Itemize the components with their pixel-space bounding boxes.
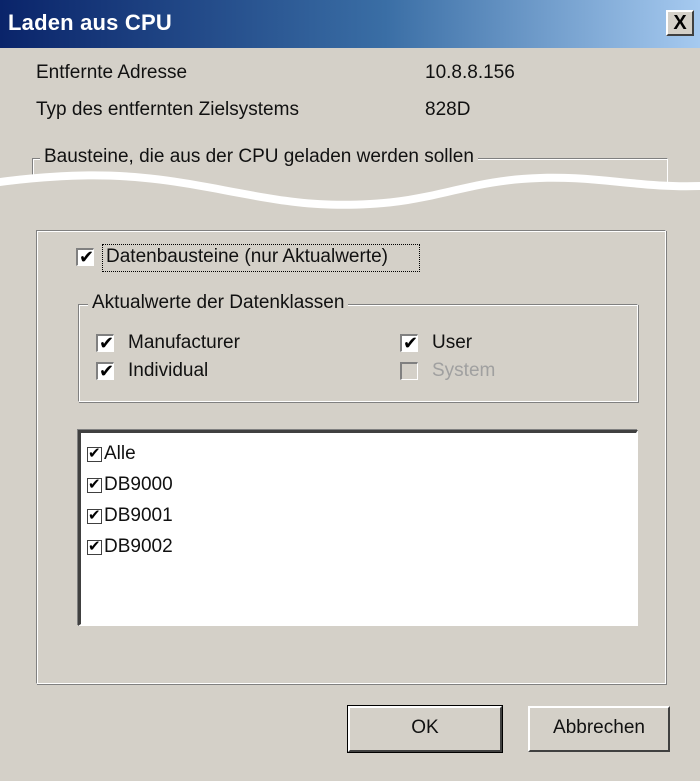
manufacturer-checkbox[interactable]: ✔ xyxy=(96,333,115,353)
torn-edge-divider xyxy=(0,171,700,228)
target-type-label: Typ des entfernten Zielsystems xyxy=(36,99,299,120)
manufacturer-label[interactable]: Manufacturer xyxy=(128,332,240,354)
list-item-label: DB9000 xyxy=(104,474,173,495)
check-icon: ✔ xyxy=(99,361,115,381)
list-item-label: DB9002 xyxy=(104,536,173,557)
dialog-title: Laden aus CPU xyxy=(8,10,172,35)
user-checkbox[interactable]: ✔ xyxy=(400,333,419,353)
ok-button[interactable]: OK xyxy=(347,705,503,753)
data-blocks-checkbox[interactable]: ✔ xyxy=(76,247,95,267)
individual-checkbox[interactable]: ✔ xyxy=(96,361,115,381)
title-bar[interactable]: Laden aus CPU X xyxy=(0,0,700,48)
load-from-cpu-dialog: Laden aus CPU X Entfernte Adresse 10.8.8… xyxy=(0,0,700,781)
check-icon: ✔ xyxy=(88,476,101,493)
list-item-checkbox[interactable]: ✔ xyxy=(87,476,102,493)
data-block-list[interactable]: ✔ Alle ✔ DB9000 ✔ DB9001 ✔ DB9002 xyxy=(78,430,638,626)
check-icon: ✔ xyxy=(403,333,419,353)
remote-address-label: Entfernte Adresse xyxy=(36,62,188,83)
close-icon: X xyxy=(673,12,687,34)
system-label: System xyxy=(432,360,496,381)
check-icon: ✔ xyxy=(88,507,101,524)
system-checkbox xyxy=(400,362,418,380)
data-classes-group-title: Aktualwerte der Datenklassen xyxy=(88,292,349,314)
individual-label[interactable]: Individual xyxy=(128,360,208,382)
check-icon: ✔ xyxy=(88,445,101,462)
list-item-checkbox[interactable]: ✔ xyxy=(87,507,102,524)
check-icon: ✔ xyxy=(88,538,101,555)
cancel-button-label: Abbrechen xyxy=(553,717,645,738)
user-label[interactable]: User xyxy=(432,332,472,354)
check-icon: ✔ xyxy=(99,333,115,353)
list-item-label: Alle xyxy=(104,443,136,464)
list-item-checkbox[interactable]: ✔ xyxy=(87,445,102,462)
list-item-checkbox[interactable]: ✔ xyxy=(87,538,102,555)
remote-address-value: 10.8.8.156 xyxy=(425,62,515,83)
list-item-label: DB9001 xyxy=(104,505,173,526)
ok-button-label: OK xyxy=(411,717,439,738)
data-blocks-label[interactable]: Datenbausteine (nur Aktualwerte) xyxy=(106,246,388,268)
target-type-value: 828D xyxy=(425,99,471,120)
close-button[interactable]: X xyxy=(666,10,694,36)
check-icon: ✔ xyxy=(79,247,95,267)
cancel-button[interactable]: Abbrechen xyxy=(528,706,670,752)
